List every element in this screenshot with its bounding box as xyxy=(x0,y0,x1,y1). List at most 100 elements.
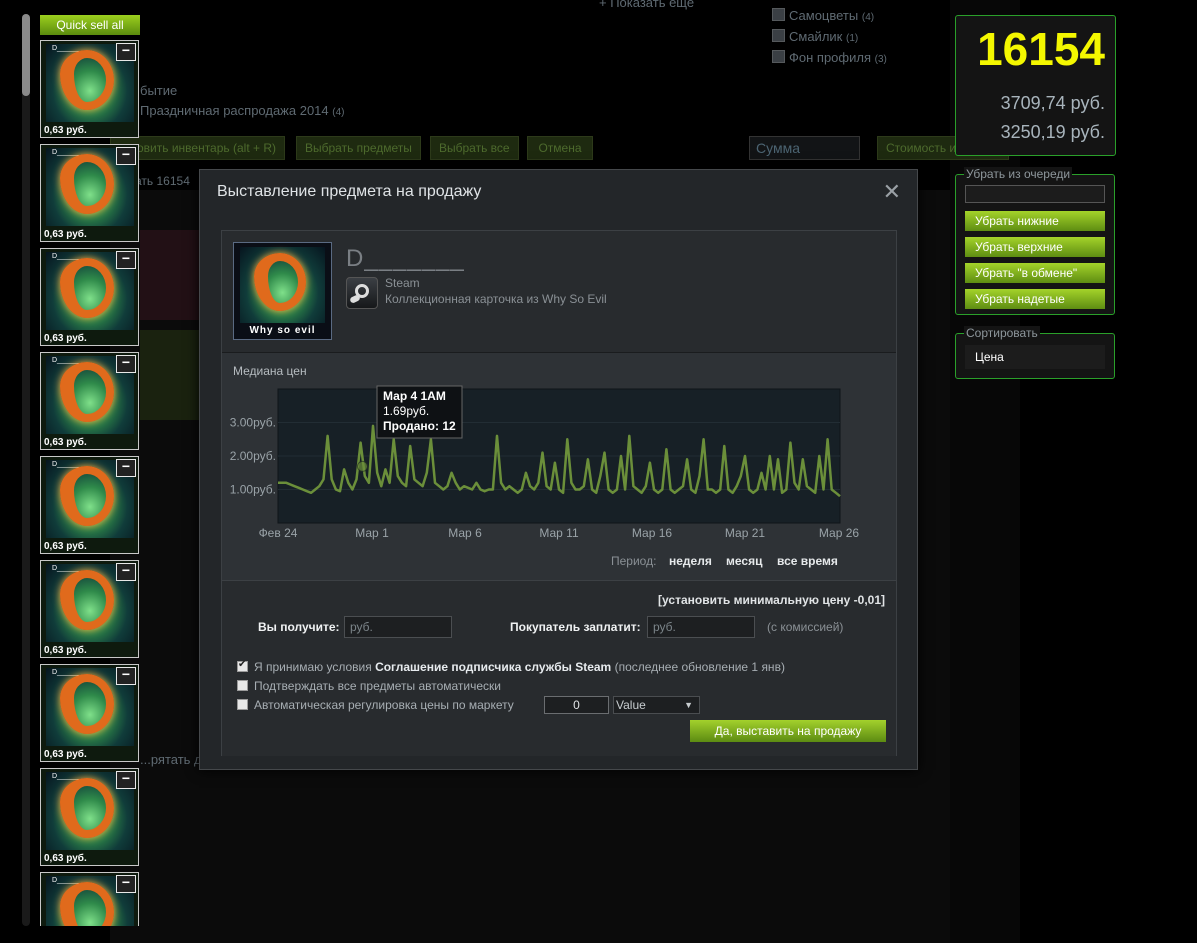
remove-top-button[interactable]: Убрать верхние xyxy=(965,237,1105,257)
game-name: Steam xyxy=(385,276,420,290)
dialog-title: Выставление предмета на продажу xyxy=(217,183,482,200)
sell-queue-item[interactable]: D_______ − 0,63 руб. xyxy=(40,144,139,242)
chart-y-tick-label: 3.00руб. xyxy=(230,416,276,430)
accept-terms-checkbox[interactable] xyxy=(237,659,248,672)
period-label: Период: xyxy=(611,554,657,568)
tooltip-sold: Продано: 12 xyxy=(383,419,456,433)
sort-legend: Сортировать xyxy=(964,326,1040,340)
remove-in-trade-button[interactable]: Убрать "в обмене" xyxy=(965,263,1105,283)
chart-title: Медиана цен xyxy=(233,364,307,378)
sell-queue-item[interactable]: D_______ − 0,63 руб. xyxy=(40,248,139,346)
close-icon[interactable]: ✕ xyxy=(883,179,901,205)
select-all-button[interactable]: Выбрать все xyxy=(430,136,519,160)
receive-price-input[interactable]: руб. xyxy=(344,616,452,638)
remove-bottom-button[interactable]: Убрать нижние xyxy=(965,211,1105,231)
filter-gems-count: (4) xyxy=(861,12,875,23)
item-name: D_______ xyxy=(346,245,465,272)
sell-queue-item[interactable]: D_______ − 0,63 руб. xyxy=(40,768,139,866)
remove-from-queue-panel: Убрать из очереди Убрать нижние Убрать в… xyxy=(955,167,1115,315)
chart-x-tick-label: Мар 1 xyxy=(355,526,389,540)
filter-gems-label: Самоцветы xyxy=(789,8,859,23)
sell-queue-item[interactable]: D_______ − 0,63 руб. xyxy=(40,664,139,762)
hide-fragment: ...рятать д xyxy=(140,752,202,767)
net-amount: 3250,19 руб. xyxy=(1000,122,1105,142)
sell-item-dialog: Выставление предмета на продажу ✕ Why so… xyxy=(199,169,918,770)
tooltip-price: 1.69руб. xyxy=(383,404,429,418)
quick-sell-all-button[interactable]: Quick sell all xyxy=(40,15,140,35)
filter-profile-background-checkbox[interactable] xyxy=(772,50,785,63)
item-count: 16154 xyxy=(977,23,1105,75)
sale-event-label: Праздничная распродажа 2014 xyxy=(140,103,329,118)
auto-confirm-checkbox[interactable] xyxy=(237,680,248,691)
remove-item-button[interactable]: − xyxy=(116,771,136,789)
remove-item-button[interactable]: − xyxy=(116,43,136,61)
remove-item-button[interactable]: − xyxy=(116,251,136,269)
select-items-button[interactable]: Выбрать предметы xyxy=(296,136,421,160)
item-price: 0,63 руб. xyxy=(44,645,87,656)
remove-item-button[interactable]: − xyxy=(116,355,136,373)
dropdown-arrow-icon: ▼ xyxy=(684,700,693,710)
auto-price-label: Автоматическая регулировка цены по марке… xyxy=(254,698,514,712)
chart-y-tick-label: 2.00руб. xyxy=(230,449,276,463)
filter-gems-checkbox[interactable] xyxy=(772,8,785,21)
sell-queue-item[interactable]: D_______ − xyxy=(40,872,139,926)
filter-emoticon-checkbox[interactable] xyxy=(772,29,785,42)
sell-queue-item[interactable]: D_______ − 0,63 руб. xyxy=(40,560,139,658)
auto-confirm-row[interactable]: Подтверждать все предметы автоматически xyxy=(237,679,501,693)
tooltip-date: Мар 4 1AM xyxy=(383,389,446,403)
remove-item-button[interactable]: − xyxy=(116,875,136,893)
sum-input[interactable]: Сумма xyxy=(749,136,860,160)
filter-emoticon[interactable]: Смайлик (1) xyxy=(772,29,858,44)
item-price: 0,63 руб. xyxy=(44,333,87,344)
set-min-price-link[interactable]: [установить минимальную цену -0,01] xyxy=(658,593,885,607)
receive-label: Вы получите: xyxy=(258,620,340,634)
cancel-button[interactable]: Отмена xyxy=(527,136,593,160)
filter-profile-background[interactable]: Фон профиля (3) xyxy=(772,50,887,65)
hover-point xyxy=(357,460,368,472)
remove-item-button[interactable]: − xyxy=(116,459,136,477)
sell-queue-item[interactable]: D_______ − 0,63 руб. xyxy=(40,456,139,554)
remove-item-button[interactable]: − xyxy=(116,147,136,165)
background-product-image xyxy=(140,330,200,420)
chart-x-tick-label: Фев 24 xyxy=(259,526,298,540)
scrollbar-thumb[interactable] xyxy=(22,14,30,96)
period-week[interactable]: неделя xyxy=(669,554,712,568)
item-price: 0,63 руб. xyxy=(44,125,87,136)
sale-event-filter[interactable]: Праздничная распродажа 2014 (4) xyxy=(140,103,345,118)
item-info-section: Why so evil D_______ Steam Коллекционная… xyxy=(222,231,896,353)
auto-price-mode-select[interactable]: Value ▼ xyxy=(613,696,700,714)
chart-y-tick-label: 1.00руб. xyxy=(230,483,276,497)
period-month[interactable]: месяц xyxy=(726,554,762,568)
filter-gems[interactable]: Самоцветы (4) xyxy=(772,8,874,23)
buyer-pays-label: Покупатель заплатит: xyxy=(510,620,641,634)
remove-equipped-button[interactable]: Убрать надетые xyxy=(965,289,1105,309)
auto-price-checkbox[interactable] xyxy=(237,699,248,710)
item-price: 0,63 руб. xyxy=(44,229,87,240)
show-more-link[interactable]: + Показать еще xyxy=(599,0,694,10)
remove-item-button[interactable]: − xyxy=(116,563,136,581)
sell-queue-item[interactable]: D_______ − 0,63 руб. xyxy=(40,352,139,450)
accept-terms-row[interactable]: Я принимаю условия Соглашение подписчика… xyxy=(237,659,785,674)
chart-x-tick-label: Мар 26 xyxy=(819,526,859,540)
confirm-sell-button[interactable]: Да, выставить на продажу xyxy=(690,720,886,742)
price-history-chart[interactable]: 1.00руб. 2.00руб. 3.00руб. Фев 24 Мар 1 Мар 6… xyxy=(222,381,896,551)
inventory-counter-panel: 16154 3709,74 руб. 3250,19 руб. xyxy=(955,15,1116,156)
chart-x-tick-label: Мар 11 xyxy=(539,526,579,540)
sell-queue-item[interactable]: D_______ − 0,63 руб. xyxy=(40,40,139,138)
accept-prefix: Я принимаю условия xyxy=(254,660,372,674)
total-amount: 3709,74 руб. xyxy=(1000,93,1105,113)
auto-price-row[interactable]: Автоматическая регулировка цены по марке… xyxy=(237,698,514,712)
auto-price-mode-value: Value xyxy=(616,698,646,712)
auto-price-offset-input[interactable]: 0 xyxy=(544,696,609,714)
queue-filter-input[interactable] xyxy=(965,185,1105,203)
period-all-time[interactable]: все время xyxy=(777,554,838,568)
item-card-image: Why so evil xyxy=(233,242,332,340)
sort-select[interactable]: Цена xyxy=(965,345,1105,369)
buyer-price-input[interactable]: руб. xyxy=(647,616,755,638)
sell-form: [установить минимальную цену -0,01] Вы п… xyxy=(222,580,896,756)
remove-item-button[interactable]: − xyxy=(116,667,136,685)
with-fee-note: (с комиссией) xyxy=(767,620,844,634)
scrollbar-track[interactable] xyxy=(22,14,30,926)
subscriber-agreement-link[interactable]: Соглашение подписчика службы Steam xyxy=(375,660,611,674)
item-type: Коллекционная карточка из Why So Evil xyxy=(385,292,607,306)
